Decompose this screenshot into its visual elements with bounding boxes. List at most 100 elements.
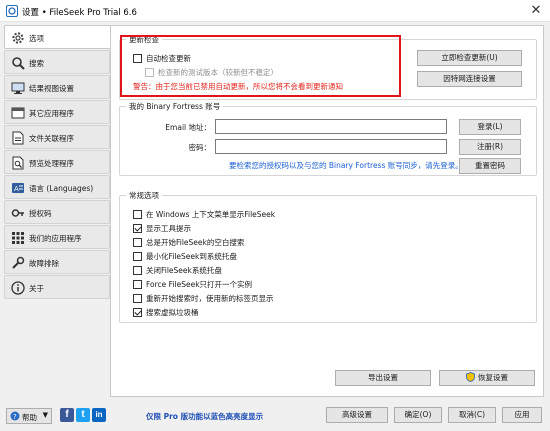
pro-features-note: 仅限 Pro 版功能以蓝色高亮度显示 [146, 412, 264, 421]
reset-password-button[interactable]: 重置密码 [459, 158, 521, 174]
window-title: 设置 • FileSeek Pro Trial 6.6 [22, 8, 137, 18]
checkbox[interactable] [133, 54, 142, 63]
checkbox[interactable] [133, 252, 142, 261]
option-search-recycle-bin[interactable]: 搜索虚拟垃圾桶 [133, 307, 199, 318]
auto-update-warning: 警告：由于您当前已禁用自动更新，所以您将不会看到更新通知 [133, 82, 343, 91]
sidebar: 选项 搜索 结果视图设置 其它应用程序 文件关联程序 预览处理程序 A 语言 (… [4, 25, 114, 397]
email-field[interactable] [215, 119, 447, 134]
register-button[interactable]: 注册(R) [459, 139, 521, 155]
checkbox-label: 搜索虚拟垃圾桶 [146, 308, 199, 317]
password-label: 密码： [188, 143, 212, 152]
auto-check-updates-checkbox[interactable]: 自动检查更新 [133, 53, 191, 64]
checkbox[interactable] [133, 266, 142, 275]
cancel-button[interactable]: 取消(C) [448, 407, 496, 423]
ok-button[interactable]: 确定(O) [394, 407, 442, 423]
sidebar-item-search[interactable]: 搜索 [4, 50, 110, 74]
monitor-icon [11, 82, 25, 94]
options-panel: 更新检查 自动检查更新 检查新的测试版本（较新但不稳定） 警告：由于您当前已禁用… [110, 25, 544, 397]
checkbox-label: Force FileSeek只打开一个实例 [146, 280, 253, 289]
password-field[interactable] [215, 139, 447, 154]
preview-icon [12, 156, 24, 170]
sidebar-item-label: 预览处理程序 [29, 159, 74, 168]
title-bar: 设置 • FileSeek Pro Trial 6.6 ✕ [0, 0, 550, 22]
option-close-to-tray[interactable]: 关闭FileSeek系统托盘 [133, 265, 222, 276]
login-button[interactable]: 登录(L) [459, 119, 521, 135]
apps-icon [11, 107, 25, 119]
checkbox-label: 总是开始FileSeek的空白搜索 [146, 238, 245, 247]
sidebar-item-label: 授权码 [29, 209, 52, 218]
file-link-icon [12, 131, 24, 145]
sidebar-item-troubleshooting[interactable]: 故障排除 [4, 250, 110, 274]
checkbox[interactable] [133, 210, 142, 219]
checkbox-label: 在 Windows 上下文菜单显示FileSeek [146, 210, 276, 219]
sidebar-item-label: 选项 [29, 34, 44, 43]
option-context-menu[interactable]: 在 Windows 上下文菜单显示FileSeek [133, 209, 275, 220]
sidebar-item-label: 我们的应用程序 [29, 234, 82, 243]
sidebar-item-label: 语言 (Languages) [29, 184, 94, 193]
search-icon [12, 57, 25, 70]
sidebar-item-license-key[interactable]: 授权码 [4, 200, 110, 224]
checkbox[interactable] [133, 280, 142, 289]
info-icon [11, 281, 25, 295]
sidebar-item-other-apps[interactable]: 其它应用程序 [4, 100, 110, 124]
button-label: 恢复设置 [478, 373, 508, 382]
checkbox-label: 自动检查更新 [146, 54, 191, 63]
sidebar-item-label: 文件关联程序 [29, 134, 74, 143]
key-icon [11, 209, 24, 217]
export-settings-button[interactable]: 导出设置 [335, 370, 431, 386]
bottom-bar: ? 帮助 ▼ f t in 仅限 Pro 版功能以蓝色高亮度显示 高级设置 确定… [0, 397, 550, 431]
grid-icon [12, 232, 24, 244]
checkbox-label: 关闭FileSeek系统托盘 [146, 266, 222, 275]
help-dropdown[interactable]: ? 帮助 ▼ [6, 408, 52, 424]
option-blank-search[interactable]: 总是开始FileSeek的空白搜索 [133, 237, 244, 248]
checkbox-label: 检查新的测试版本（较新但不稳定） [158, 68, 278, 77]
svg-text:?: ? [13, 413, 17, 421]
checkbox-label: 显示工具提示 [146, 224, 191, 233]
help-label: 帮助 [22, 413, 37, 422]
option-minimize-to-tray[interactable]: 最小化FileSeek到系统托盘 [133, 251, 237, 262]
sidebar-item-options[interactable]: 选项 [4, 25, 114, 49]
group-title: 我的 Binary Fortress 账号 [126, 101, 224, 112]
facebook-icon[interactable]: f [60, 408, 74, 422]
svg-text:A: A [14, 185, 19, 193]
checkbox[interactable] [133, 224, 142, 233]
checkbox[interactable] [133, 294, 142, 303]
email-label: Email 地址： [165, 123, 211, 132]
gear-icon [12, 32, 24, 44]
sidebar-item-about[interactable]: 关于 [4, 275, 110, 299]
checkbox[interactable] [133, 238, 142, 247]
checkbox-label: 重新开始搜索时，使用新的标签页显示 [146, 294, 274, 303]
internet-connection-settings-button[interactable]: 因特网连接设置 [417, 71, 522, 87]
check-now-button[interactable]: 立即检查更新(U) [417, 50, 522, 66]
sidebar-item-label: 搜索 [29, 59, 44, 68]
sidebar-item-label: 故障排除 [29, 259, 59, 268]
apply-button[interactable]: 应用 [502, 407, 542, 423]
sidebar-item-our-apps[interactable]: 我们的应用程序 [4, 225, 110, 249]
login-hint-link[interactable]: 要检索您的授权码以及与您的 Binary Fortress 账号同步，请先登录。 [229, 160, 463, 171]
close-icon[interactable]: ✕ [528, 3, 544, 19]
sidebar-item-label: 其它应用程序 [29, 109, 74, 118]
sidebar-item-label: 结果视图设置 [29, 84, 74, 93]
checkbox-label: 最小化FileSeek到系统托盘 [146, 252, 237, 261]
sidebar-item-language[interactable]: A 语言 (Languages) [4, 175, 110, 199]
sidebar-item-label: 关于 [29, 284, 44, 293]
language-icon: A [12, 183, 24, 193]
shield-icon [466, 372, 475, 382]
option-single-instance[interactable]: Force FileSeek只打开一个实例 [133, 279, 252, 290]
sidebar-item-file-associations[interactable]: 文件关联程序 [4, 125, 110, 149]
help-icon: ? [10, 411, 20, 421]
group-title: 常规选项 [126, 190, 162, 201]
troubleshoot-icon [12, 256, 25, 269]
checkbox[interactable] [133, 308, 142, 317]
sidebar-item-preview-handlers[interactable]: 预览处理程序 [4, 150, 110, 174]
option-new-tab-on-search[interactable]: 重新开始搜索时，使用新的标签页显示 [133, 293, 274, 304]
settings-app-icon [6, 5, 18, 17]
sidebar-item-result-view[interactable]: 结果视图设置 [4, 75, 110, 99]
twitter-icon[interactable]: t [76, 408, 90, 422]
restore-settings-button[interactable]: 恢复设置 [439, 370, 535, 386]
chevron-down-icon: ▼ [42, 411, 48, 419]
option-show-tooltips[interactable]: 显示工具提示 [133, 223, 191, 234]
linkedin-icon[interactable]: in [92, 408, 106, 422]
advanced-settings-button[interactable]: 高级设置 [326, 407, 388, 423]
beta-updates-checkbox: 检查新的测试版本（较新但不稳定） [145, 67, 278, 78]
